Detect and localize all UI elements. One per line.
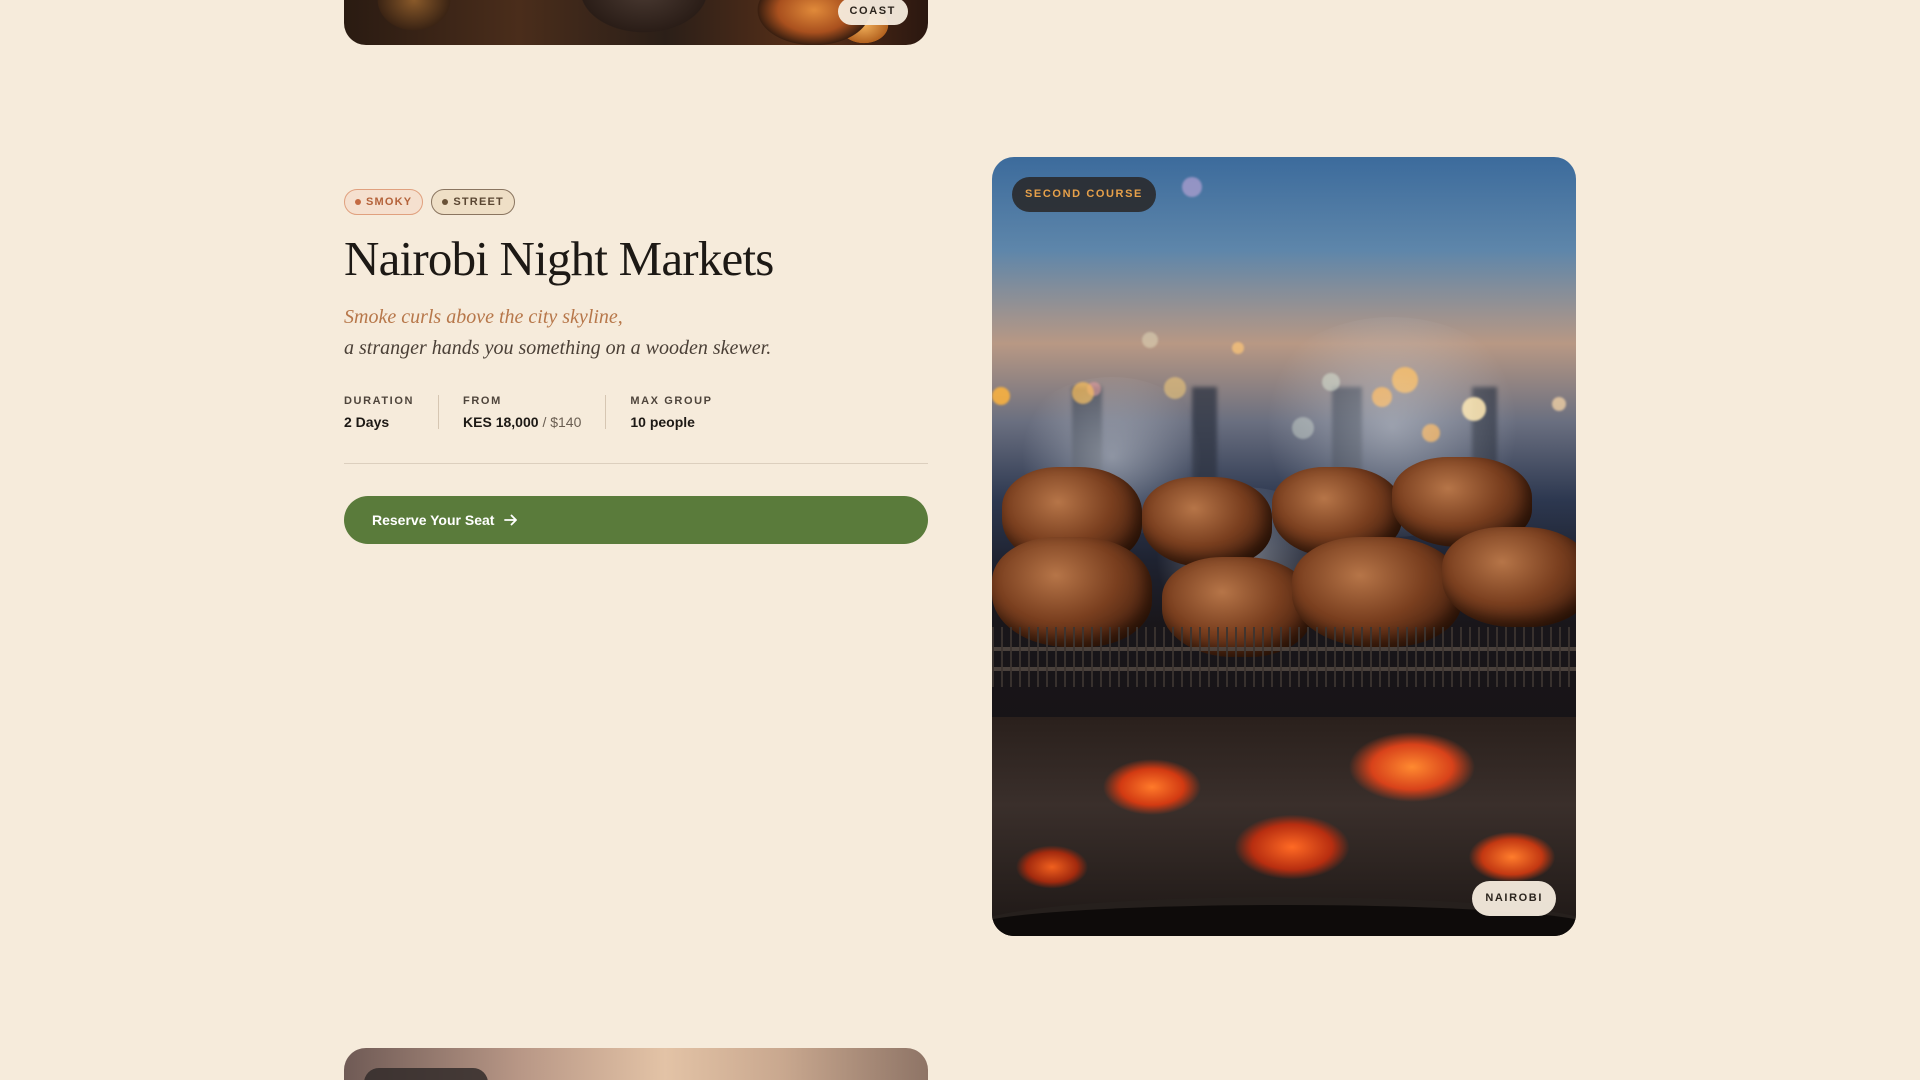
next-tour-image[interactable] xyxy=(344,1048,928,1080)
previous-tour-image[interactable]: COAST xyxy=(344,0,928,45)
tag-street: STREET xyxy=(431,189,515,215)
grilled-meat xyxy=(1142,477,1272,567)
tour-title: Nairobi Night Markets xyxy=(344,231,774,286)
stat-max-group: MAX GROUP 10 people xyxy=(630,395,736,430)
divider xyxy=(344,463,928,464)
stat-label: DURATION xyxy=(344,395,415,407)
bokeh-light xyxy=(1552,397,1566,411)
tag-smoky: SMOKY xyxy=(344,189,424,215)
stat-value: 2 Days xyxy=(344,414,390,430)
tour-stats: DURATION 2 Days FROM KES 18,000 / $140 M… xyxy=(344,395,761,430)
tag-label: STREET xyxy=(453,196,504,208)
tag-dot-icon xyxy=(355,199,361,205)
location-badge-coast: COAST xyxy=(837,0,908,25)
stat-value: KES 18,000 / $140 xyxy=(463,414,581,430)
stat-label: FROM xyxy=(463,395,502,407)
bokeh-light xyxy=(1142,332,1158,348)
tour-photo[interactable]: SECOND COURSE NAIROBI xyxy=(992,157,1576,936)
arrow-right-icon xyxy=(504,514,518,526)
course-badge xyxy=(364,1068,488,1080)
grill-grate xyxy=(992,627,1576,687)
tag-label: SMOKY xyxy=(366,196,413,208)
price-kes: KES 18,000 xyxy=(463,414,539,430)
stat-label: MAX GROUP xyxy=(630,395,713,407)
price-usd: / $140 xyxy=(542,414,582,430)
stat-value: 10 people xyxy=(630,414,695,430)
grilled-meat xyxy=(1442,527,1576,627)
reserve-seat-button[interactable]: Reserve Your Seat xyxy=(344,496,928,544)
subtitle-line-1: Smoke curls above the city skyline, xyxy=(344,306,623,328)
page: COAST SMOKY STREET Nairobi Night Markets… xyxy=(0,0,1920,1080)
tour-subtitle: Smoke curls above the city skyline, a st… xyxy=(344,302,944,364)
tag-dot-icon xyxy=(442,199,449,205)
bokeh-light xyxy=(1182,177,1202,197)
bokeh-light xyxy=(1232,342,1244,354)
location-badge-nairobi: NAIROBI xyxy=(1472,881,1556,916)
stat-price: FROM KES 18,000 / $140 xyxy=(463,395,607,430)
bokeh-light xyxy=(992,387,1010,405)
reserve-seat-label: Reserve Your Seat xyxy=(372,512,495,528)
stat-duration: DURATION 2 Days xyxy=(344,395,440,430)
tour-tags: SMOKY STREET xyxy=(344,189,515,215)
subtitle-line-2: a stranger hands you something on a wood… xyxy=(344,337,772,359)
course-badge: SECOND COURSE xyxy=(1012,177,1156,212)
